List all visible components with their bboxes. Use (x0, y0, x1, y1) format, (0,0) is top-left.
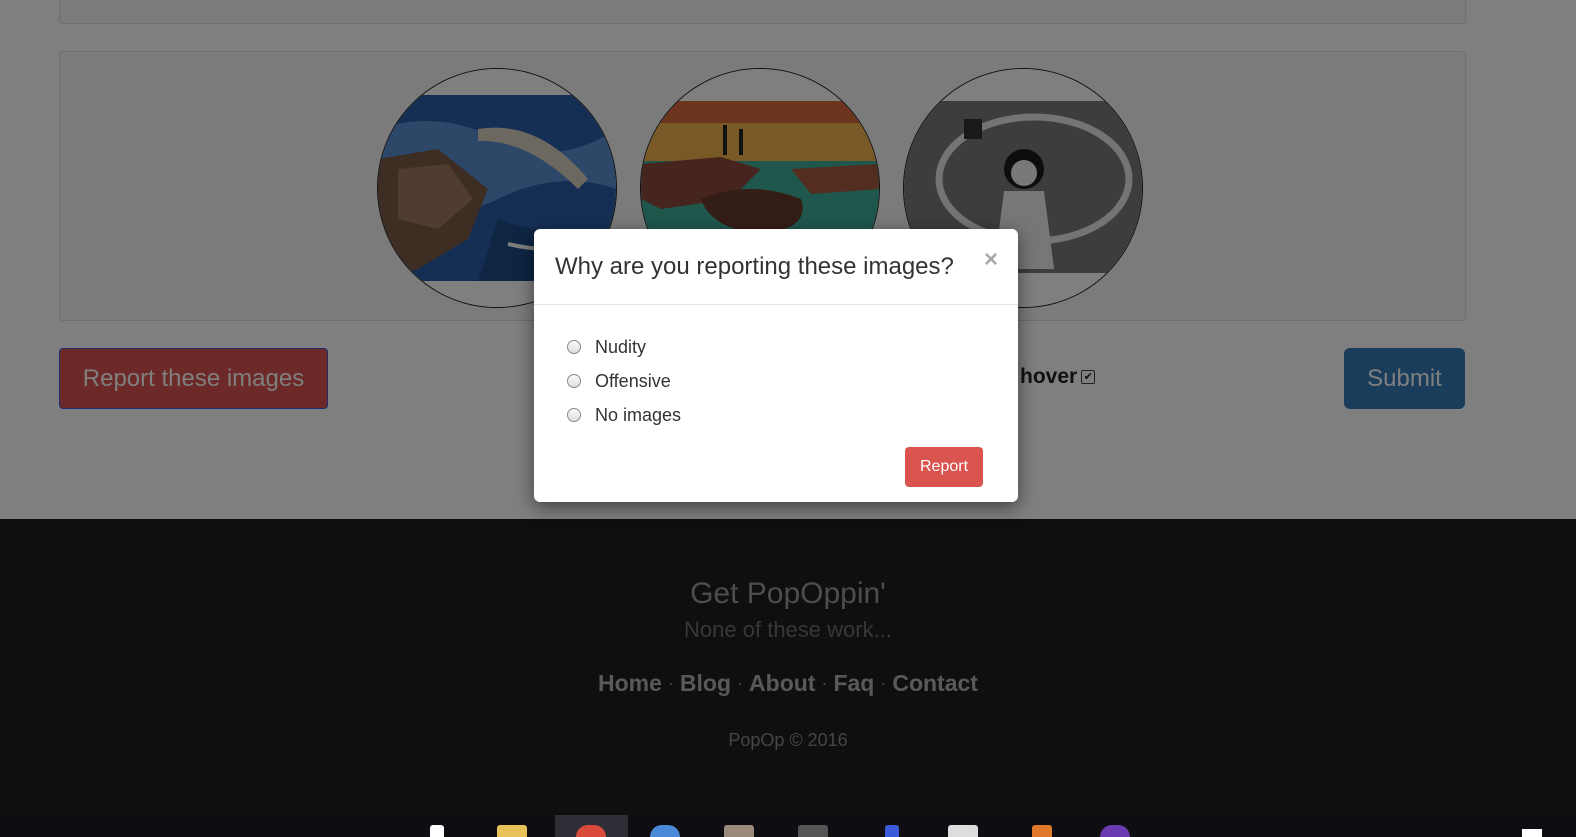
eclipse-icon[interactable] (1100, 825, 1130, 837)
editor-icon[interactable] (885, 825, 899, 837)
option-nudity[interactable]: Nudity (567, 330, 681, 364)
modal-title: Why are you reporting these images? (555, 253, 954, 280)
option-label: Offensive (595, 370, 671, 391)
folder-icon[interactable] (497, 825, 527, 837)
report-modal: Why are you reporting these images? × Nu… (534, 229, 1018, 502)
app-icon[interactable] (724, 825, 754, 837)
terminal-icon[interactable] (798, 825, 828, 837)
option-offensive[interactable]: Offensive (567, 364, 681, 398)
browser-icon[interactable] (650, 825, 680, 837)
option-label: No images (595, 404, 682, 425)
radio-button[interactable] (567, 340, 581, 354)
tex-icon[interactable] (948, 825, 978, 837)
radio-button[interactable] (567, 374, 581, 388)
notification-icon[interactable] (1522, 829, 1542, 837)
report-button[interactable]: Report (905, 447, 983, 487)
radio-button[interactable] (567, 408, 581, 422)
modal-header: Why are you reporting these images? × (534, 229, 1018, 305)
modal-body: Nudity Offensive No images (567, 330, 681, 432)
option-label: Nudity (595, 336, 647, 357)
chrome-icon[interactable] (576, 825, 606, 837)
taskbar (0, 815, 1576, 837)
option-no-images[interactable]: No images (567, 398, 681, 432)
file-icon[interactable] (430, 825, 444, 837)
vlc-icon[interactable] (1032, 825, 1052, 837)
close-icon[interactable]: × (984, 246, 998, 274)
